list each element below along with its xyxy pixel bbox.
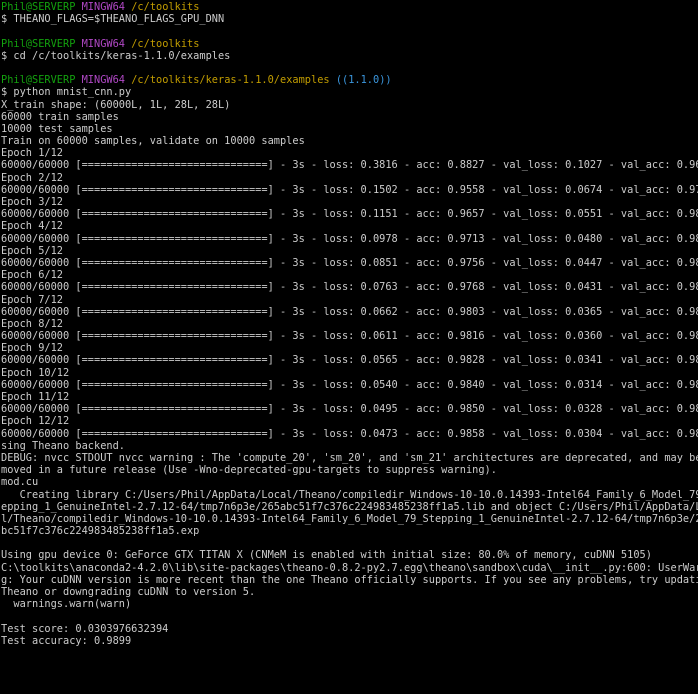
prompt-user-host: Phil@SERVERP [1,37,76,50]
output-line: g: Your cuDNN version is more recent tha… [1,573,698,586]
output-line: DEBUG: nvcc STDOUT nvcc warning : The 'c… [1,451,698,464]
prompt-line: Phil@SERVERP MINGW64 /c/toolkits [1,38,698,50]
epoch-label: Epoch 9/12 [1,342,63,355]
test-score-line: Test score: 0.0303976632394 [1,622,169,635]
prompt-path: /c/toolkits/keras-1.1.0/examples [131,74,330,87]
output-line: Train on 60000 samples, validate on 1000… [1,135,305,148]
command-line: $ cd /c/toolkits/keras-1.1.0/examples [1,50,698,62]
epoch-progress: 60000/60000 [===========================… [1,159,698,172]
epoch-progress: 60000/60000 [===========================… [1,354,698,367]
epoch-label: Epoch 6/12 [1,269,63,282]
output-line: 60000 train samples [1,110,119,123]
output-line: C:\toolkits\anaconda2-4.2.0\lib\site-pac… [1,561,698,574]
epoch-label: Epoch 12/12 [1,415,70,428]
prompt-dollar: $ [1,49,8,62]
output-line: Creating library C:/Users/Phil/AppData/L… [1,488,698,501]
epoch-progress: 60000/60000 [===========================… [1,403,698,416]
output-line: sing Theano backend. [1,439,125,452]
prompt-path: /c/toolkits [131,37,200,50]
epoch-progress: 60000/60000 [===========================… [1,378,698,391]
output-line: warnings.warn(warn) [1,598,132,611]
epoch-progress: 60000/60000 [===========================… [1,256,698,269]
epoch-progress: 60000/60000 [===========================… [1,208,698,221]
epoch-progress: 60000/60000 [===========================… [1,427,698,440]
epoch-label: Epoch 1/12 [1,147,63,160]
output-line: Using gpu device 0: GeForce GTX TITAN X … [1,549,652,562]
epoch-label: Epoch 7/12 [1,293,63,306]
epoch-label: Epoch 2/12 [1,171,63,184]
prompt-path: /c/toolkits [131,1,200,13]
epoch-progress: 60000/60000 [===========================… [1,305,698,318]
epoch-label: Epoch 10/12 [1,366,70,379]
epoch-label: Epoch 5/12 [1,244,63,257]
epoch-label: Epoch 11/12 [1,391,70,403]
output-line: l/Theano/compiledir_Windows-10-10.0.1439… [1,512,698,525]
epoch-progress: 60000/60000 [===========================… [1,330,698,343]
epoch-label: Epoch 8/12 [1,317,63,330]
output-line: X_train shape: (60000L, 1L, 28L, 28L) [1,98,231,111]
output-line: mod.cu [1,476,39,489]
epoch-progress: 60000/60000 [===========================… [1,281,698,294]
output-line: epping_1_GenuineIntel-2.7.12-64/tmp7n6p3… [1,500,698,513]
prompt-system: MINGW64 [81,1,126,13]
output-line: bc51f7c376c224983485238ff1a5.exp [1,525,200,538]
test-accuracy-line: Test accuracy: 0.9899 [1,634,132,647]
command-text: cd /c/toolkits/keras-1.1.0/examples [13,49,231,62]
epoch-label: Epoch 3/12 [1,196,63,208]
command-line: $ THEANO_FLAGS=$THEANO_FLAGS_GPU_DNN [1,13,698,25]
command-text: THEANO_FLAGS=$THEANO_FLAGS_GPU_DNN [13,13,225,26]
epoch-label: Epoch 4/12 [1,220,63,233]
output-line: Theano or downgrading cuDNN to version 5… [1,586,256,598]
prompt-dollar: $ [1,86,8,99]
epoch-progress: 60000/60000 [===========================… [1,232,698,245]
prompt-user-host: Phil@SERVERP [1,74,76,87]
output-line: moved in a future release (Use -Wno-depr… [1,464,497,477]
terminal-window[interactable]: Phil@SERVERP MINGW64 /c/toolkits $ THEAN… [0,0,698,694]
epoch-progress: 60000/60000 [===========================… [1,183,698,196]
command-line: $ python mnist_cnn.py [1,86,698,98]
prompt-user-host: Phil@SERVERP [1,1,76,13]
prompt-line: Phil@SERVERP MINGW64 /c/toolkits [1,1,698,13]
prompt-dollar: $ [1,13,8,26]
prompt-system: MINGW64 [81,37,126,50]
prompt-git-branch: ((1.1.0)) [335,74,392,87]
prompt-line: Phil@SERVERP MINGW64 /c/toolkits/keras-1… [1,74,698,86]
command-text: python mnist_cnn.py [13,86,132,99]
output-line: 10000 test samples [1,122,113,135]
prompt-system: MINGW64 [81,74,126,87]
